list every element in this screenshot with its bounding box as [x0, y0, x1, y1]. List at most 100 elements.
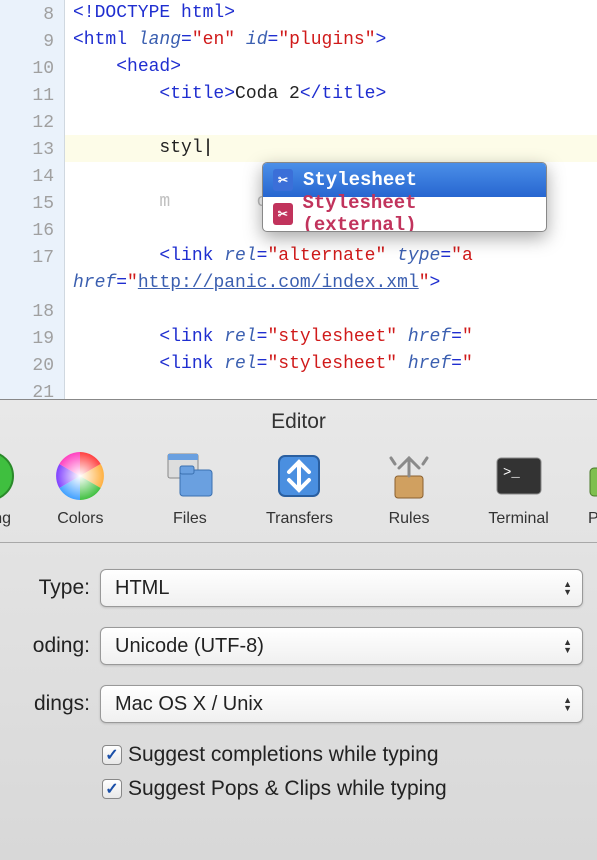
code-token: href — [73, 273, 116, 293]
line-number: 11 — [0, 83, 64, 110]
code-token: Coda 2 — [235, 84, 300, 104]
clip-icon: ✂ — [273, 169, 293, 191]
autocomplete-item-stylesheet-external[interactable]: ✂ Stylesheet (external) — [263, 197, 546, 231]
autocomplete-popup[interactable]: ✂ Stylesheet ✂ Stylesheet (external) — [262, 162, 547, 232]
code-token: rel — [224, 327, 256, 347]
toolbar-terminal[interactable]: >_ Terminal — [471, 448, 567, 528]
code-token: rel — [224, 354, 256, 374]
code-token: "a — [451, 246, 473, 266]
toolbar-label: Pl — [588, 510, 597, 528]
svg-text:>_: >_ — [503, 465, 520, 481]
toolbar-plugins[interactable]: Pl — [580, 448, 597, 528]
code-token: <!DOCTYPE html> — [73, 3, 235, 23]
preferences-panel: Editor haring Colors — [0, 400, 597, 860]
typed-text: styl — [159, 138, 202, 158]
line-gutter: 8 9 10 11 12 13 14 15 16 17 18 19 20 21 — [0, 0, 65, 399]
code-token: href — [408, 327, 451, 347]
clip-icon: ✂ — [273, 203, 293, 225]
code-editor[interactable]: 8 9 10 11 12 13 14 15 16 17 18 19 20 21 … — [0, 0, 597, 400]
code-token: </title> — [300, 84, 386, 104]
line-number: 17 — [0, 245, 64, 272]
file-type-select[interactable]: HTML ▲▼ — [100, 569, 583, 607]
file-type-label: Type: — [0, 576, 90, 600]
encoding-label: oding: — [0, 634, 90, 658]
line-number: 15 — [0, 191, 64, 218]
code-token: type — [397, 246, 440, 266]
code-token: " — [462, 354, 473, 374]
sharing-icon — [0, 448, 17, 504]
transfers-icon — [271, 448, 327, 504]
checkbox-checked-icon: ✓ — [102, 745, 122, 765]
code-token: <title> — [159, 84, 235, 104]
line-number: 8 — [0, 2, 64, 29]
line-number: 13 — [0, 137, 64, 164]
code-token: "stylesheet" — [267, 327, 397, 347]
toolbar-label: Transfers — [266, 510, 333, 528]
code-token: = — [116, 273, 127, 293]
code-token: " — [462, 327, 473, 347]
autocomplete-label: Stylesheet (external) — [303, 192, 537, 232]
colors-icon — [52, 448, 108, 504]
code-token: lang — [138, 30, 181, 50]
code-token: "plugins" — [278, 30, 375, 50]
code-token: > — [376, 30, 387, 50]
stepper-icon: ▲▼ — [563, 580, 572, 596]
stepper-icon: ▲▼ — [563, 638, 572, 654]
rules-icon — [381, 448, 437, 504]
suggest-completions-checkbox[interactable]: ✓ Suggest completions while typing — [102, 743, 583, 767]
code-token: > — [430, 273, 441, 293]
toolbar-transfers[interactable]: Transfers — [251, 448, 347, 528]
line-number: 20 — [0, 353, 64, 380]
line-number: 12 — [0, 110, 64, 137]
terminal-icon: >_ — [491, 448, 547, 504]
line-number: 19 — [0, 326, 64, 353]
checkbox-checked-icon: ✓ — [102, 779, 122, 799]
code-token: http://panic.com/index.xml — [138, 273, 419, 293]
toolbar-rules[interactable]: Rules — [361, 448, 457, 528]
toolbar-label: haring — [0, 510, 11, 528]
line-number: 16 — [0, 218, 64, 245]
code-token: <link — [159, 327, 213, 347]
code-token: "en" — [192, 30, 235, 50]
active-line: styl| — [65, 135, 597, 162]
toolbar-colors[interactable]: Colors — [32, 448, 128, 528]
line-number: 14 — [0, 164, 64, 191]
autocomplete-label: Stylesheet — [303, 169, 417, 191]
code-token: " — [127, 273, 138, 293]
settings-form: Type: HTML ▲▼ oding: Unicode (UTF-8) ▲▼ … — [0, 543, 597, 821]
toolbar-label: Files — [173, 510, 207, 528]
preferences-toolbar: haring Colors Files — [0, 440, 597, 543]
select-value: HTML — [115, 577, 169, 600]
select-value: Unicode (UTF-8) — [115, 635, 264, 658]
toolbar-label: Rules — [389, 510, 430, 528]
toolbar-sharing[interactable]: haring — [0, 448, 19, 528]
toolbar-label: Terminal — [488, 510, 548, 528]
checkbox-label: Suggest Pops & Clips while typing — [128, 777, 447, 801]
toolbar-files[interactable]: Files — [142, 448, 238, 528]
code-token: rel — [224, 246, 256, 266]
code-token: <link — [159, 354, 213, 374]
code-token: "alternate" — [267, 246, 386, 266]
code-token: " — [419, 273, 430, 293]
stepper-icon: ▲▼ — [563, 696, 572, 712]
checkbox-label: Suggest completions while typing — [128, 743, 439, 767]
code-token: "stylesheet" — [267, 354, 397, 374]
preferences-title: Editor — [0, 400, 597, 440]
files-icon — [162, 448, 218, 504]
suggest-pops-clips-checkbox[interactable]: ✓ Suggest Pops & Clips while typing — [102, 777, 583, 801]
code-token: href — [408, 354, 451, 374]
encoding-select[interactable]: Unicode (UTF-8) ▲▼ — [100, 627, 583, 665]
code-token: <html — [73, 30, 127, 50]
plugins-icon — [580, 448, 597, 504]
line-number: 9 — [0, 29, 64, 56]
code-token: id — [246, 30, 268, 50]
line-number: 10 — [0, 56, 64, 83]
code-text-area[interactable]: <!DOCTYPE html> <html lang="en" id="plug… — [65, 0, 597, 399]
code-token: <head> — [116, 57, 181, 77]
line-number: 18 — [0, 299, 64, 326]
code-token: <link — [159, 246, 213, 266]
line-endings-select[interactable]: Mac OS X / Unix ▲▼ — [100, 685, 583, 723]
line-endings-label: dings: — [0, 692, 90, 716]
select-value: Mac OS X / Unix — [115, 693, 263, 716]
toolbar-label: Colors — [57, 510, 103, 528]
